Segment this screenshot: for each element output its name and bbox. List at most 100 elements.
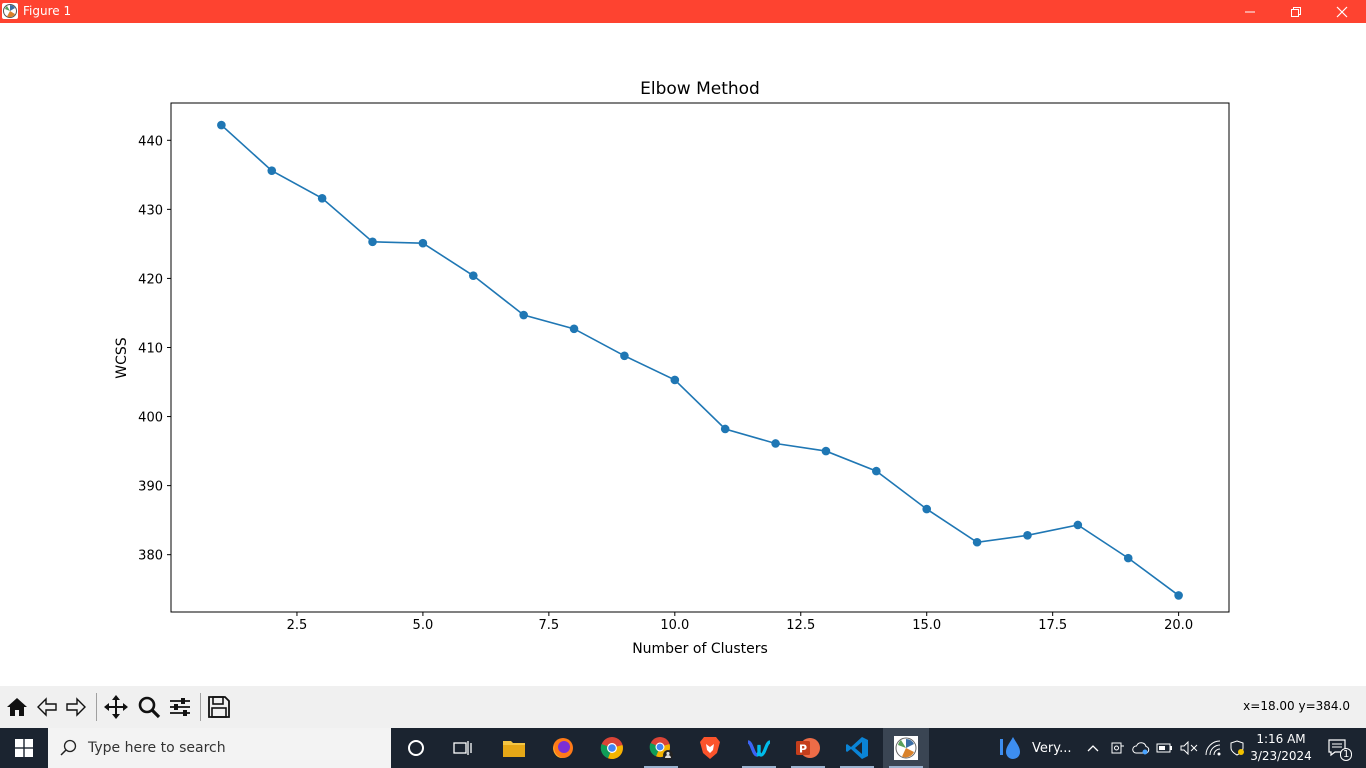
tray-volume[interactable]	[1178, 728, 1200, 768]
taskbar-chrome-profile[interactable]	[638, 728, 684, 768]
volume-muted-icon	[1180, 741, 1198, 755]
home-icon	[7, 698, 27, 716]
zoom-button[interactable]	[135, 691, 163, 723]
weather-widget[interactable]: Very...	[998, 728, 1078, 768]
weather-text: Very...	[1032, 740, 1072, 756]
tray-meet-now[interactable]	[1106, 728, 1128, 768]
tray-onedrive[interactable]	[1130, 728, 1152, 768]
zoom-icon	[138, 696, 161, 719]
tray-network[interactable]	[1202, 728, 1224, 768]
tray-security[interactable]	[1226, 728, 1248, 768]
chrome-icon	[600, 737, 623, 760]
taskbar: Type here to search P Very... 1:16 AM 3/…	[0, 728, 1366, 768]
home-button[interactable]	[3, 691, 31, 723]
search-icon	[60, 739, 77, 756]
y-tick-label: 400	[138, 411, 163, 426]
clock-time: 1:16 AM	[1256, 732, 1306, 746]
y-tick-label: 430	[138, 203, 163, 218]
task-view-icon	[453, 741, 472, 755]
back-button[interactable]	[33, 691, 61, 723]
tray-battery[interactable]	[1154, 728, 1176, 768]
taskbar-powerpoint[interactable]: P	[785, 728, 831, 768]
x-tick-label: 2.5	[287, 618, 308, 633]
cortana-icon	[408, 740, 424, 756]
start-button[interactable]	[0, 728, 48, 768]
forward-icon	[66, 697, 86, 717]
data-point	[670, 375, 680, 385]
chevron-up-icon	[1087, 745, 1099, 752]
data-point	[872, 466, 881, 476]
taskbar-file-explorer[interactable]	[491, 728, 537, 768]
x-axis-label: Number of Clusters	[632, 641, 768, 657]
vscode-icon	[846, 737, 868, 759]
restore-button[interactable]	[1273, 0, 1319, 23]
pan-icon	[104, 695, 128, 719]
data-point	[1174, 591, 1183, 600]
camera-icon	[1111, 742, 1124, 754]
window-titlebar: Figure 1	[0, 0, 1366, 23]
minimize-button[interactable]	[1227, 0, 1273, 23]
window-title: Figure 1	[23, 4, 72, 18]
data-point	[217, 120, 226, 130]
taskbar-chrome[interactable]	[589, 728, 635, 768]
x-tick-label: 10.0	[660, 618, 689, 633]
save-button[interactable]	[205, 691, 233, 723]
svg-text:P: P	[799, 743, 807, 756]
taskbar-webex[interactable]	[736, 728, 782, 768]
axes-frame	[170, 102, 1230, 613]
brave-icon	[700, 737, 720, 759]
search-placeholder: Type here to search	[88, 740, 226, 756]
taskbar-vscode[interactable]	[834, 728, 880, 768]
data-point	[569, 324, 579, 334]
firefox-icon	[553, 738, 573, 759]
forward-button[interactable]	[62, 691, 90, 723]
cloud-icon	[1132, 742, 1150, 755]
data-point	[418, 238, 428, 248]
x-tick-label: 17.5	[1038, 618, 1067, 633]
data-point	[972, 537, 982, 547]
configure-subplots-icon	[170, 698, 190, 716]
configure-subplots-button[interactable]	[166, 691, 194, 723]
powerpoint-icon: P	[796, 738, 820, 758]
data-point	[1123, 553, 1133, 563]
data-point	[720, 424, 730, 434]
taskbar-firefox[interactable]	[540, 728, 586, 768]
task-view-button[interactable]	[440, 728, 486, 768]
data-point	[267, 166, 277, 175]
data-point	[317, 194, 327, 203]
data-point	[468, 271, 478, 280]
toolbar-separator	[96, 693, 97, 721]
y-tick-label: 420	[138, 272, 163, 287]
data-point	[771, 439, 780, 448]
taskbar-clock[interactable]: 1:16 AM 3/23/2024	[1250, 731, 1312, 765]
notification-count-badge: 1	[1340, 748, 1353, 761]
webex-icon	[747, 740, 771, 757]
x-tick-label: 12.5	[786, 618, 815, 633]
weather-drop-icon	[1000, 737, 1020, 759]
save-icon	[208, 696, 230, 718]
taskbar-search-box[interactable]: Type here to search	[48, 728, 391, 768]
x-tick-label: 5.0	[413, 618, 434, 633]
back-icon	[37, 697, 57, 717]
cortana-button[interactable]	[393, 728, 439, 768]
x-tick-label: 20.0	[1164, 618, 1193, 633]
taskbar-matplotlib-figure[interactable]	[883, 728, 929, 768]
x-tick-label: 7.5	[539, 618, 560, 633]
y-tick-label: 410	[138, 341, 163, 356]
show-hidden-icons-button[interactable]	[1083, 728, 1103, 768]
pan-button[interactable]	[102, 691, 130, 723]
data-point	[821, 446, 831, 456]
figure-canvas[interactable]: 2.5 5.0 7.5 10.0 12.5 15.0 17.5 20.0 380 390 400 41…	[0, 23, 1366, 686]
y-tick-label: 440	[138, 134, 163, 149]
toolbar-separator	[200, 693, 201, 721]
notification-center-button[interactable]: 1	[1318, 728, 1358, 768]
matplotlib-icon	[894, 736, 918, 760]
wifi-icon	[1205, 740, 1221, 756]
data-point	[922, 504, 932, 514]
close-button[interactable]	[1319, 0, 1365, 23]
windows-logo-icon	[15, 739, 33, 757]
taskbar-brave[interactable]	[687, 728, 733, 768]
matplotlib-app-icon	[2, 3, 18, 19]
chart-svg: 2.5 5.0 7.5 10.0 12.5 15.0 17.5 20.0 380 390 400 41…	[114, 79, 1230, 657]
folder-icon	[503, 741, 525, 757]
